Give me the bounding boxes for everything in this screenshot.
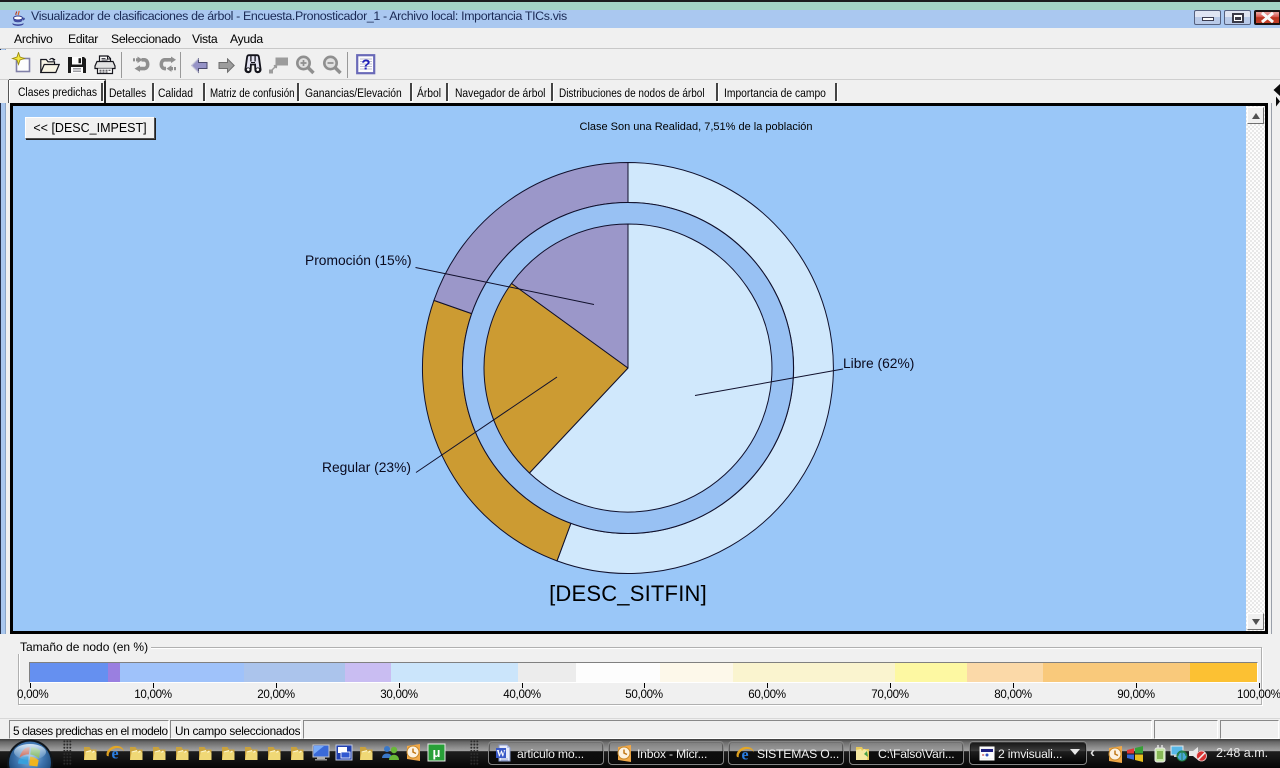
svg-text:?: ? (361, 57, 370, 74)
svg-text:μ: μ (433, 745, 441, 760)
svg-text:W: W (497, 749, 506, 759)
